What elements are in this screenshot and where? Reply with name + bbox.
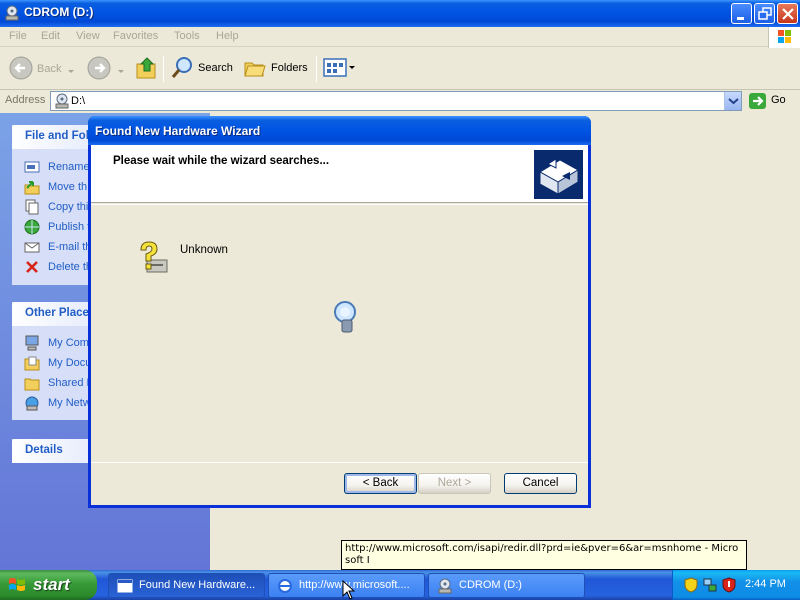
taskbar-button-explorer[interactable]: CDROM (D:) — [428, 573, 585, 598]
windows-logo-icon — [768, 27, 800, 48]
move-icon — [24, 179, 40, 195]
explorer-titlebar[interactable]: CDROM (D:) — [0, 0, 800, 27]
taskbar-button-label: CDROM (D:) — [459, 579, 522, 591]
copy-icon — [24, 199, 40, 215]
my-documents-icon — [24, 355, 40, 371]
menu-bar: File Edit View Favorites Tools Help — [0, 27, 800, 47]
place-label[interactable]: My Netw — [48, 397, 91, 409]
explorer-title: CDROM (D:) — [24, 5, 94, 19]
back-label[interactable]: Back — [37, 63, 61, 75]
my-computer-icon — [24, 335, 40, 351]
folder-up-icon[interactable] — [135, 55, 159, 83]
folders-button-label[interactable]: Folders — [271, 62, 308, 74]
toolbar-separator — [163, 56, 164, 82]
url-tooltip: http://www.microsoft.com/isapi/redir.dll… — [341, 540, 747, 570]
menu-help[interactable]: Help — [216, 30, 239, 42]
standard-toolbar: Back Search Folders — [0, 48, 800, 90]
mouse-pointer-icon — [342, 579, 356, 600]
security-shield-icon[interactable] — [683, 577, 699, 593]
shared-folder-icon — [24, 375, 40, 391]
back-button[interactable]: < Back — [344, 473, 417, 494]
wizard-titlebar[interactable]: Found New Hardware Wizard — [88, 116, 591, 145]
back-arrow-icon[interactable] — [8, 55, 34, 83]
address-field[interactable] — [50, 91, 742, 111]
go-button[interactable]: Go — [748, 92, 796, 110]
address-input[interactable] — [71, 94, 711, 108]
network-icon — [24, 395, 40, 411]
go-label[interactable]: Go — [771, 94, 786, 106]
taskbar: start Found New Hardware... http://www.m… — [0, 570, 800, 600]
other-places-title: Other Place — [25, 307, 89, 319]
taskbar-button-wizard[interactable]: Found New Hardware... — [108, 573, 265, 598]
system-clock: 2:44 PM — [745, 578, 786, 590]
menu-tools[interactable]: Tools — [174, 30, 200, 42]
restore-button[interactable] — [754, 3, 775, 24]
views-icon[interactable] — [323, 55, 355, 83]
file-tasks-title: File and Fol — [25, 130, 89, 142]
cd-drive-icon — [4, 5, 20, 21]
taskbar-button-label: Found New Hardware... — [139, 579, 256, 591]
ie-icon — [277, 578, 293, 594]
searching-flashlight-icon — [331, 300, 363, 334]
hardware-icon — [534, 150, 583, 199]
close-button[interactable] — [777, 3, 798, 24]
found-new-hardware-wizard: Found New Hardware Wizard Please wait wh… — [88, 116, 591, 508]
menu-favorites[interactable]: Favorites — [113, 30, 158, 42]
start-button[interactable]: start — [0, 570, 97, 600]
forward-dropdown-icon[interactable] — [117, 65, 125, 93]
system-tray: 2:44 PM — [672, 570, 800, 600]
menu-file[interactable]: File — [9, 30, 27, 42]
minimize-button[interactable] — [731, 3, 752, 24]
folders-icon[interactable] — [243, 55, 267, 83]
search-icon[interactable] — [171, 55, 195, 83]
toolbar-separator — [316, 56, 317, 82]
task-label[interactable]: Move th — [48, 181, 87, 193]
globe-icon — [24, 219, 40, 235]
task-label[interactable]: Copy thi — [48, 201, 88, 213]
cd-drive-icon — [54, 93, 70, 112]
delete-icon — [24, 259, 40, 275]
rename-icon — [24, 159, 40, 175]
email-icon — [24, 239, 40, 255]
task-label[interactable]: Delete th — [48, 261, 92, 273]
forward-arrow-icon[interactable] — [86, 55, 112, 83]
wizard-title: Found New Hardware Wizard — [95, 124, 261, 138]
wizard-header: Please wait while the wizard searches... — [91, 145, 588, 203]
address-label: Address — [5, 94, 46, 106]
cancel-button[interactable]: Cancel — [504, 473, 577, 494]
window-icon — [117, 578, 133, 594]
header-divider — [91, 204, 588, 205]
details-title: Details — [25, 444, 63, 456]
address-bar: Address Go — [0, 90, 800, 112]
place-label[interactable]: My Docu — [48, 357, 91, 369]
warning-shield-icon[interactable] — [721, 577, 737, 593]
start-label: start — [33, 575, 70, 594]
windows-flag-icon — [8, 576, 26, 594]
wizard-body: Please wait while the wizard searches... — [91, 145, 588, 505]
address-dropdown-icon[interactable] — [724, 92, 741, 110]
network-activity-icon[interactable] — [702, 577, 718, 593]
cd-drive-icon — [437, 578, 453, 594]
task-label[interactable]: Rename — [48, 161, 90, 173]
menu-edit[interactable]: Edit — [41, 30, 60, 42]
task-label[interactable]: Publish t — [48, 221, 90, 233]
task-label[interactable]: E-mail th — [48, 241, 91, 253]
search-button-label[interactable]: Search — [198, 62, 233, 74]
unknown-device-icon — [135, 240, 171, 276]
back-dropdown-icon[interactable] — [67, 65, 75, 93]
device-name: Unknown — [180, 244, 228, 256]
wizard-heading: Please wait while the wizard searches... — [113, 155, 330, 167]
button-separator — [91, 462, 588, 463]
menu-view[interactable]: View — [76, 30, 100, 42]
next-button[interactable]: Next > — [418, 473, 491, 494]
